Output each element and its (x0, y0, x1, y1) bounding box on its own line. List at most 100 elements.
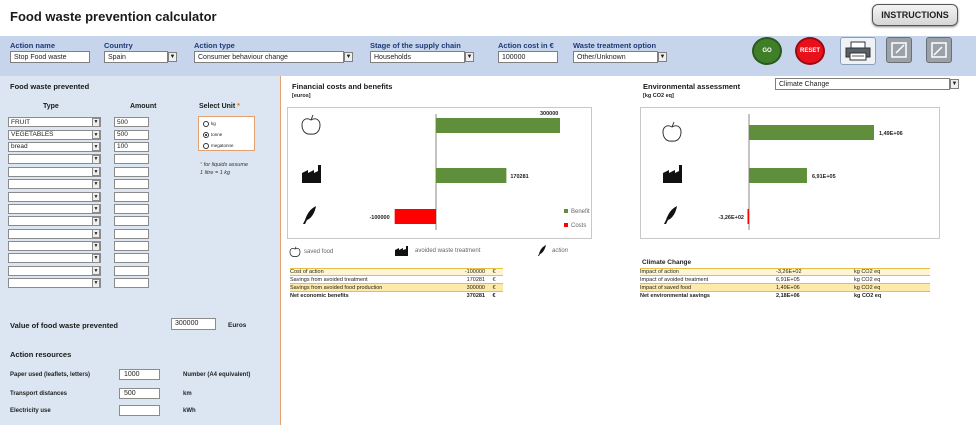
chevron-down-icon[interactable]: ▼ (658, 52, 667, 62)
chevron-down-icon[interactable]: ▼ (92, 154, 100, 164)
factory-icon (302, 165, 321, 183)
chevron-down-icon[interactable]: ▼ (92, 253, 100, 263)
chevron-down-icon[interactable]: ▼ (465, 52, 474, 62)
food-amount-input[interactable]: 500 (114, 129, 149, 140)
list-item: bread ▼ 100 (8, 141, 149, 153)
radio-icon[interactable] (203, 142, 209, 149)
unit-option-kg[interactable]: kg (200, 118, 234, 129)
food-type-select[interactable] (8, 228, 101, 239)
apple-icon (301, 114, 321, 135)
unit-option-megatonne[interactable]: megatonne (200, 140, 234, 151)
food-amount-input[interactable] (114, 179, 149, 190)
action-name-input[interactable]: Stop Food waste (10, 51, 90, 63)
chevron-down-icon[interactable]: ▼ (92, 241, 100, 251)
food-type-select[interactable] (8, 154, 101, 165)
data-label: -3,26E+02 (718, 215, 744, 221)
paper-input[interactable]: 1000 (119, 369, 160, 380)
chevron-down-icon[interactable]: ▼ (92, 167, 100, 177)
environmental-table: Impact of action -3,26E+02 kg CO2 eq Imp… (640, 268, 930, 300)
chevron-down-icon[interactable]: ▼ (92, 278, 100, 288)
cost-input[interactable]: 100000 (498, 51, 558, 63)
food-type-select[interactable] (8, 216, 101, 227)
legend-benefit-swatch (564, 209, 568, 213)
legend-saved-food: saved food (289, 246, 333, 258)
chevron-down-icon[interactable]: ▼ (92, 266, 100, 276)
food-amount-input[interactable] (114, 241, 149, 252)
list-item: FRUIT ▼ 500 (8, 116, 149, 128)
food-amount-input[interactable]: 100 (114, 141, 149, 152)
food-amount-input[interactable] (114, 191, 149, 202)
list-item: VEGETABLES ▼ 500 (8, 128, 149, 140)
instructions-button[interactable]: INSTRUCTIONS (872, 4, 958, 26)
treatment-select[interactable]: Other/Unknown (573, 51, 658, 63)
impact-bar (749, 125, 874, 140)
food-type-select[interactable] (8, 166, 101, 177)
financial-chart-svg: 300000 170281 -100000 Benefit Costs (301, 111, 590, 230)
country-label: Country (104, 41, 133, 50)
food-amount-input[interactable] (114, 253, 149, 264)
food-type-select[interactable] (8, 241, 101, 252)
legend-benefit: Benefit (571, 209, 590, 215)
chevron-down-icon[interactable]: ▼ (950, 79, 959, 89)
action-name-label: Action name (10, 41, 56, 50)
food-amount-input[interactable]: 500 (114, 117, 149, 128)
food-amount-input[interactable] (114, 265, 149, 276)
radio-selected-icon[interactable] (203, 131, 209, 138)
list-item: ▼ (8, 240, 149, 252)
quill-icon (538, 245, 546, 256)
unit-option-tonne[interactable]: tonne (200, 129, 234, 140)
chevron-down-icon[interactable]: ▼ (92, 117, 100, 127)
impact-bar-negative (747, 209, 749, 224)
list-item: ▼ (8, 215, 149, 227)
table-row: Cost of action -100000 € (290, 268, 503, 276)
food-type-select[interactable] (8, 203, 101, 214)
go-button[interactable]: GO (752, 37, 782, 65)
stage-select[interactable]: Households (370, 51, 465, 63)
electricity-label: Electricity use (10, 408, 51, 414)
chevron-down-icon[interactable]: ▼ (92, 216, 100, 226)
chevron-down-icon[interactable]: ▼ (92, 142, 100, 152)
action-type-select[interactable]: Consumer behaviour change (194, 51, 344, 63)
print-button[interactable] (840, 37, 876, 65)
chevron-down-icon[interactable]: ▼ (168, 52, 177, 62)
food-amount-input[interactable] (114, 216, 149, 227)
liquids-note: * for liquids assume (200, 162, 248, 168)
collapse-button[interactable] (926, 37, 952, 63)
cost-bar (394, 209, 436, 224)
food-type-select[interactable] (8, 265, 101, 276)
value-prevented-label: Value of food waste prevented (10, 321, 118, 330)
chevron-down-icon[interactable]: ▼ (92, 229, 100, 239)
food-amount-input[interactable] (114, 278, 149, 289)
food-amount-input[interactable] (114, 203, 149, 214)
treatment-label: Waste treatment option (573, 41, 657, 50)
chevron-down-icon[interactable]: ▼ (92, 130, 100, 140)
radio-icon[interactable] (203, 120, 209, 127)
climate-table-title: Climate Change (642, 259, 692, 266)
food-type-select[interactable] (8, 253, 101, 264)
food-type-select[interactable] (8, 191, 101, 202)
action-type-label: Action type (194, 41, 235, 50)
electricity-input[interactable] (119, 405, 160, 416)
value-prevented-input[interactable]: 300000 (171, 318, 216, 330)
chevron-down-icon[interactable]: ▼ (92, 204, 100, 214)
food-type-select[interactable] (8, 278, 101, 289)
transport-input[interactable]: 500 (119, 388, 160, 399)
transport-label: Transport distances (10, 391, 68, 397)
food-type-select[interactable]: VEGETABLES (8, 129, 101, 140)
chevron-down-icon[interactable]: ▼ (344, 52, 353, 62)
environmental-title: Environmental assessment (643, 82, 741, 91)
food-type-select[interactable]: bread (8, 141, 101, 152)
food-amount-input[interactable] (114, 228, 149, 239)
list-item: ▼ (8, 265, 149, 277)
chevron-down-icon[interactable]: ▼ (92, 179, 100, 189)
impact-category-select[interactable]: Climate Change (775, 78, 950, 90)
food-type-select[interactable] (8, 179, 101, 190)
food-amount-input[interactable] (114, 154, 149, 165)
expand-button[interactable] (886, 37, 912, 63)
food-type-select[interactable]: FRUIT (8, 117, 101, 128)
food-amount-input[interactable] (114, 166, 149, 177)
country-select[interactable]: Spain (104, 51, 168, 63)
chevron-down-icon[interactable]: ▼ (92, 192, 100, 202)
list-item: ▼ (8, 228, 149, 240)
reset-button[interactable]: RESET (795, 37, 825, 65)
